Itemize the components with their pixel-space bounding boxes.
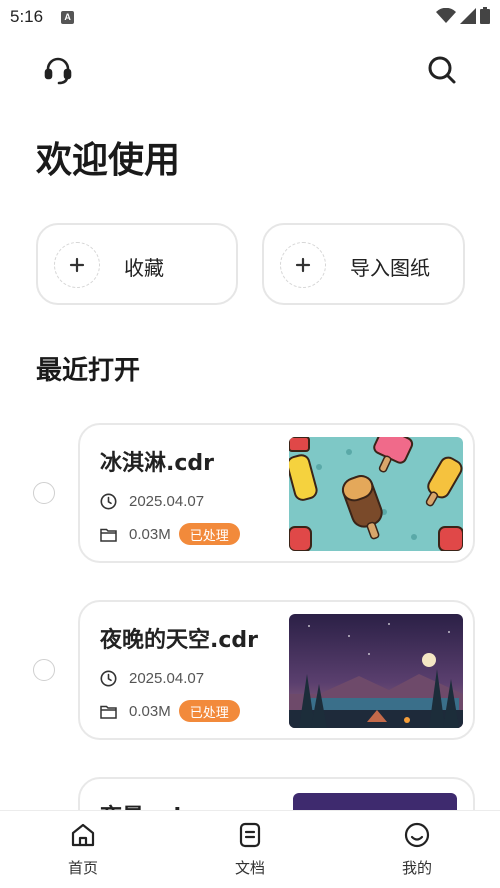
file-date: 2025.04.07 xyxy=(129,670,205,687)
smiley-profile-icon xyxy=(404,822,430,848)
battery-icon xyxy=(480,7,490,24)
folder-icon xyxy=(100,705,117,719)
nav-profile[interactable]: 我的 xyxy=(377,821,457,885)
file-date: 2025.04.07 xyxy=(129,493,205,510)
customer-support-button[interactable] xyxy=(40,52,76,88)
recent-section-title: 最近打开 xyxy=(36,356,141,386)
select-radio[interactable] xyxy=(33,482,55,504)
top-bar xyxy=(0,50,500,90)
select-radio[interactable] xyxy=(33,659,55,681)
file-size: 0.03M xyxy=(129,525,171,543)
nav-documents-label: 文档 xyxy=(234,859,265,877)
file-name: 夜晚的天空.cdr xyxy=(100,628,258,653)
nav-profile-label: 我的 xyxy=(401,859,432,877)
home-icon xyxy=(71,823,95,847)
file-thumbnail xyxy=(289,614,463,728)
folder-icon xyxy=(100,528,117,542)
page-title: 欢迎使用 xyxy=(36,140,181,181)
search-icon xyxy=(428,56,456,84)
document-icon xyxy=(239,822,261,848)
file-thumbnail xyxy=(289,437,463,551)
nav-home-label: 首页 xyxy=(67,859,98,877)
file-card[interactable]: 夜晚的天空.cdr 2025.04.07 0.03M 已处理 xyxy=(78,600,475,740)
night-sky-thumbnail xyxy=(289,614,463,728)
file-size-row: 0.03M 已处理 xyxy=(100,700,240,722)
status-badge: 已处理 xyxy=(178,523,240,545)
file-size-row: 0.03M 已处理 xyxy=(100,523,240,545)
notification-icon: A xyxy=(61,10,75,24)
clock-icon xyxy=(100,493,117,510)
signal-icon xyxy=(460,7,476,24)
file-name: 冰淇淋.cdr xyxy=(100,451,214,476)
file-date-row: 2025.04.07 xyxy=(100,493,204,510)
file-date-row: 2025.04.07 xyxy=(100,670,204,687)
nav-home[interactable]: 首页 xyxy=(43,821,123,885)
status-indicators xyxy=(436,7,490,24)
search-button[interactable] xyxy=(424,52,460,88)
import-drawing-button[interactable]: 导入图纸 xyxy=(262,223,465,305)
status-time: 5:16 xyxy=(10,7,44,26)
file-card[interactable]: 冰淇淋.cdr 2025.04.07 0.03M 已处理 xyxy=(78,423,475,563)
import-drawing-label: 导入图纸 xyxy=(350,256,430,280)
clock-icon xyxy=(100,670,117,687)
wifi-icon xyxy=(436,7,456,23)
ice-cream-thumbnail xyxy=(289,437,463,551)
status-badge: 已处理 xyxy=(178,700,240,722)
plus-icon xyxy=(280,242,326,288)
bottom-navigation: 首页 文档 我的 xyxy=(0,810,500,888)
favorites-button[interactable]: 收藏 xyxy=(36,223,238,305)
favorites-label: 收藏 xyxy=(124,256,164,280)
nav-documents[interactable]: 文档 xyxy=(210,821,290,885)
headset-icon xyxy=(44,57,72,85)
file-size: 0.03M xyxy=(129,702,171,720)
plus-icon xyxy=(54,242,100,288)
status-bar: 5:16 A xyxy=(0,0,500,34)
